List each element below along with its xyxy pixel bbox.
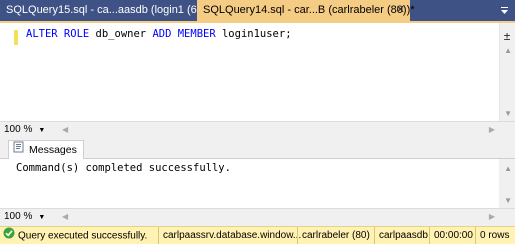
- tab-messages[interactable]: Messages: [8, 140, 84, 159]
- identifier-token: login1user;: [215, 28, 292, 40]
- status-rows: 0 rows: [475, 227, 513, 244]
- editor-zoom-bar: 100 % ▼ ◀ ▶: [0, 121, 515, 137]
- messages-pane[interactable]: Command(s) completed successfully. ▲ ▼: [0, 159, 515, 208]
- messages-icon: [13, 141, 25, 159]
- zoom-value: 100 %: [4, 124, 33, 135]
- messages-tab-label: Messages: [29, 144, 77, 156]
- scroll-left-icon[interactable]: ◀: [62, 123, 68, 137]
- identifier-token: db_owner: [89, 28, 153, 40]
- database-name: carlpaasdb: [379, 230, 428, 241]
- server-name: carlpaassrv.database.window...: [163, 230, 302, 241]
- result-message: Command(s) completed successfully.: [16, 162, 231, 174]
- success-icon: [3, 227, 15, 244]
- split-icon[interactable]: ±: [501, 30, 513, 42]
- results-zoom-bar: 100 % ▼ ◀ ▶: [0, 208, 515, 226]
- tab-label: SQLQuery14.sql - car...B (carlrabeler (8…: [203, 4, 415, 16]
- keyword-token: ADD MEMBER: [152, 28, 216, 40]
- query-editor[interactable]: ALTER ROLE db_owner ADD MEMBER login1use…: [0, 23, 515, 121]
- zoom-value: 100 %: [4, 211, 33, 222]
- tab-label: SQLQuery15.sql - ca...aasdb (login1 (60)…: [6, 4, 215, 16]
- row-count: 0 rows: [480, 230, 510, 241]
- scroll-right-icon[interactable]: ▶: [489, 123, 495, 137]
- tab-sqlquery14[interactable]: SQLQuery14.sql - car...B (carlrabeler (8…: [197, 0, 415, 21]
- status-bar: Query executed successfully. carlpaassrv…: [0, 226, 515, 244]
- results-zoom-select[interactable]: 100 % ▼: [4, 210, 45, 225]
- results-vertical-scrollbar[interactable]: ▲ ▼: [499, 159, 515, 208]
- status-elapsed: 00:00:00: [429, 227, 477, 244]
- scroll-up-icon[interactable]: ▲: [504, 46, 512, 55]
- chevron-down-icon: ▼: [38, 127, 46, 134]
- scroll-down-icon[interactable]: ▼: [504, 109, 512, 118]
- tab-sqlquery15[interactable]: SQLQuery15.sql - ca...aasdb (login1 (60)…: [0, 0, 215, 21]
- dropdown-icon[interactable]: [497, 0, 511, 21]
- status-user: carlrabeler (80): [297, 227, 374, 244]
- status-server: carlpaassrv.database.window...: [158, 227, 305, 244]
- elapsed-time: 00:00:00: [434, 230, 473, 241]
- close-icon[interactable]: ✕: [396, 0, 405, 21]
- keyword-token: ALTER ROLE: [26, 28, 90, 40]
- scroll-down-icon[interactable]: ▼: [504, 196, 512, 205]
- document-tab-bar: SQLQuery15.sql - ca...aasdb (login1 (60)…: [0, 0, 515, 23]
- scroll-left-icon[interactable]: ◀: [62, 210, 68, 224]
- status-database: carlpaasdb: [374, 227, 432, 244]
- code-line[interactable]: ALTER ROLE db_owner ADD MEMBER login1use…: [26, 28, 292, 40]
- editor-zoom-select[interactable]: 100 % ▼: [4, 123, 45, 138]
- editor-margin: [0, 23, 22, 121]
- editor-vertical-scrollbar[interactable]: ± ▲ ▼: [499, 23, 515, 121]
- scroll-up-icon[interactable]: ▲: [504, 164, 512, 173]
- results-tab-bar: Messages: [0, 137, 515, 159]
- user-name: carlrabeler (80): [302, 230, 370, 241]
- status-message: Query executed successfully.: [0, 227, 151, 244]
- scroll-right-icon[interactable]: ▶: [489, 210, 495, 224]
- status-message-text: Query executed successfully.: [18, 230, 148, 242]
- chevron-down-icon: ▼: [38, 214, 46, 221]
- change-indicator: [14, 30, 18, 45]
